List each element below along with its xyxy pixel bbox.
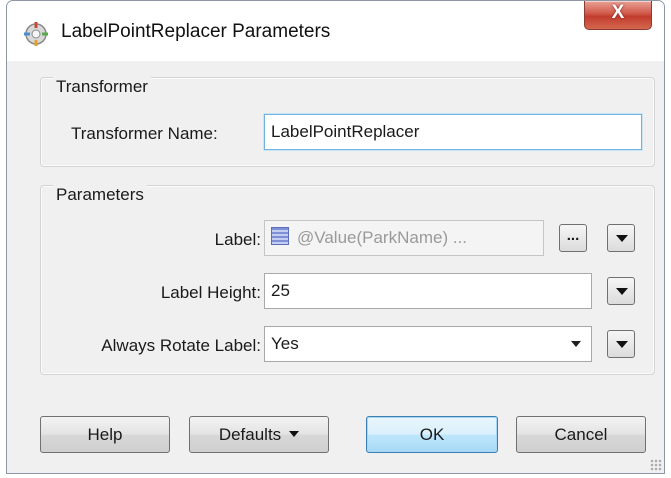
ok-button-label: OK [419, 425, 445, 444]
ellipsis-icon: ... [566, 227, 580, 244]
resize-grip[interactable] [650, 459, 662, 471]
dialog-content: Transformer Transformer Name: LabelPoint… [19, 63, 655, 461]
cancel-button-label: Cancel [554, 425, 608, 444]
always-rotate-select[interactable]: Yes [264, 326, 592, 362]
help-button[interactable]: Help [40, 416, 170, 453]
always-rotate-menu-button[interactable] [607, 330, 635, 358]
always-rotate-label: Always Rotate Label: [101, 336, 261, 355]
transformer-name-input[interactable]: LabelPointReplacer [264, 114, 642, 150]
dropdown-arrow-icon [289, 431, 300, 437]
dialog-window: LabelPointReplacer Parameters X Transfor… [6, 0, 665, 474]
close-icon: X [611, 2, 625, 23]
defaults-button[interactable]: Defaults [189, 416, 329, 453]
defaults-button-label: Defaults [218, 425, 282, 444]
title-bar[interactable]: LabelPointReplacer Parameters X [7, 1, 664, 61]
cancel-button[interactable]: Cancel [516, 416, 646, 453]
parameters-group-label: Parameters [53, 185, 147, 205]
transformer-group-label: Transformer [53, 77, 151, 97]
label-expression-field[interactable]: @Value(ParkName) ... [264, 220, 544, 256]
always-rotate-value: Yes [271, 334, 299, 353]
text-expression-icon [271, 227, 289, 245]
parameters-group: Parameters Label: @Value(ParkName) ... .… [40, 185, 655, 375]
ok-button[interactable]: OK [366, 416, 498, 453]
label-menu-button[interactable] [607, 224, 635, 252]
label-height-label: Label Height: [160, 283, 261, 302]
transformer-name-label: Transformer Name: [71, 124, 218, 143]
window-title: LabelPointReplacer Parameters [61, 21, 331, 42]
label-field-label: Label: [214, 230, 261, 249]
label-height-menu-button[interactable] [607, 277, 635, 305]
label-ellipsis-button[interactable]: ... [559, 224, 587, 252]
dropdown-arrow-icon [616, 341, 628, 348]
fme-app-icon [24, 22, 48, 46]
help-button-label: Help [87, 425, 123, 444]
dropdown-arrow-icon [616, 288, 628, 295]
chevron-down-icon [571, 341, 581, 347]
close-button[interactable]: X [584, 1, 652, 30]
transformer-group: Transformer Transformer Name: LabelPoint… [40, 77, 655, 167]
label-expression-value: @Value(ParkName) ... [297, 228, 467, 247]
dropdown-arrow-icon [616, 235, 628, 242]
label-height-input[interactable]: 25 [264, 273, 592, 309]
